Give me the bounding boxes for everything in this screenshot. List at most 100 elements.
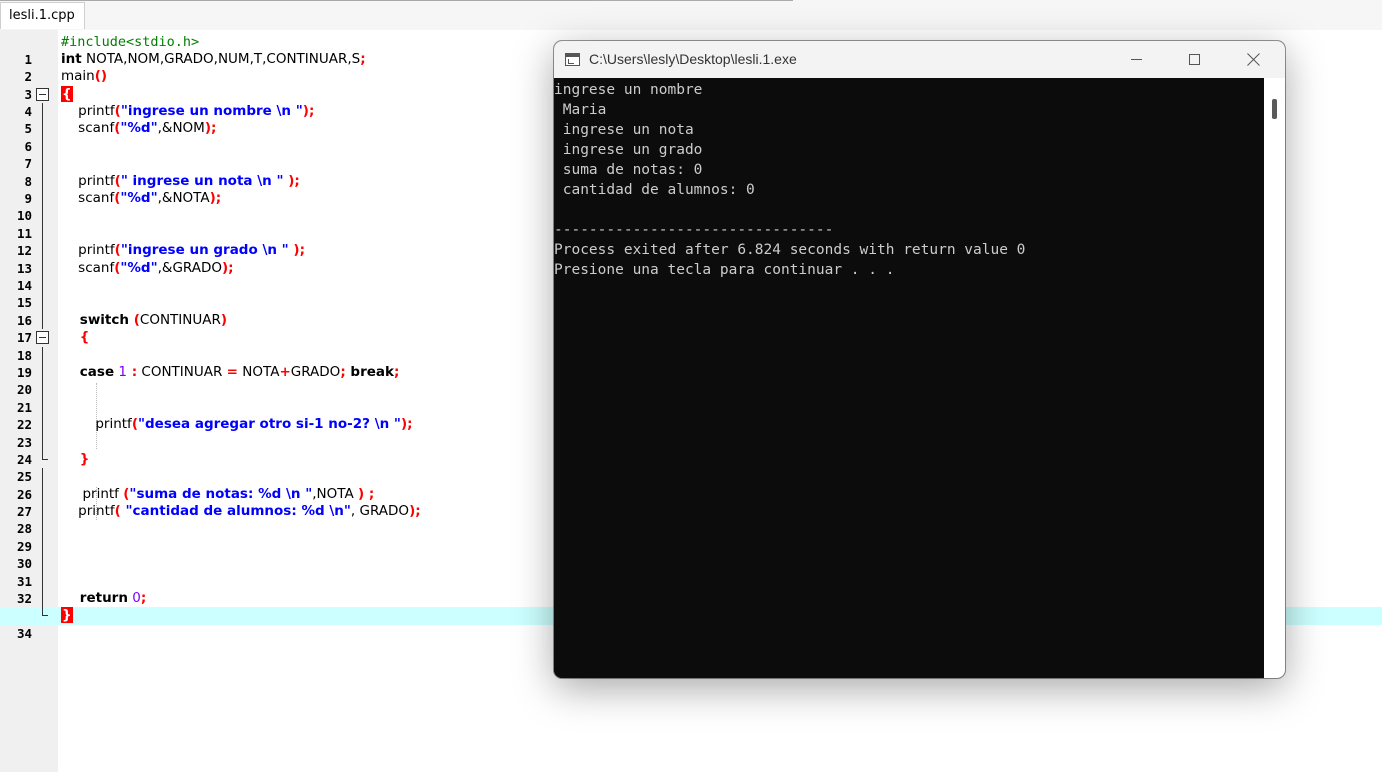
code-text: CONTINUAR [139,311,221,328]
fold-guide [42,433,43,451]
code-text: ,&GRADO [157,259,223,276]
matched-brace: { [61,85,73,102]
fold-guide [42,520,43,538]
console-titlebar[interactable]: C:\Users\lesly\Desktop\lesli.1.exe [554,41,1285,78]
operator: ); [222,259,234,276]
code-text: NOTA,NOM,GRADO,NUM,T,CONTINUAR,S [81,50,361,67]
minimize-icon [1131,59,1142,60]
close-icon [1247,53,1260,66]
fold-guide [42,485,43,504]
fold-guide [42,120,43,138]
minimize-button[interactable] [1108,41,1166,78]
keyword: return [61,590,128,606]
fold-toggle-icon[interactable] [36,87,49,101]
operator: { [61,329,90,346]
function-name: printf [61,172,115,189]
fold-guide [42,190,43,208]
operator: () [94,68,108,85]
console-title: C:\Users\lesly\Desktop\lesli.1.exe [589,51,797,67]
code-text: GRADO [290,363,341,380]
fold-guide [42,363,43,382]
editor-tabbar: lesli.1.cpp [0,0,1382,30]
code-text: , GRADO [350,503,410,520]
number-literal: 1 [114,363,127,380]
string-literal: "suma de notas: %d \n " [129,485,313,502]
operator: = [226,363,238,380]
string-literal: "desea agregar otro si-1 no-2? \n " [137,416,401,433]
matched-brace: } [61,607,73,624]
operator: ); [302,103,315,120]
code-text: NOTA [237,363,280,380]
fold-toggle-icon[interactable] [36,331,49,345]
string-literal: "%d" [120,190,158,207]
console-window[interactable]: C:\Users\lesly\Desktop\lesli.1.exe ingre… [554,41,1285,678]
fold-guide [42,381,43,399]
fold-guide [42,207,43,225]
fold-guide [42,242,43,260]
keyword: case [61,363,115,380]
scrollbar-thumb[interactable] [1272,99,1277,119]
operator: ); [400,416,413,433]
string-literal: "%d" [120,120,158,137]
keyword: switch [61,311,130,328]
fold-guide [42,555,43,573]
operator: + [279,363,291,380]
operator: ); [204,120,217,137]
fold-guide [42,572,43,590]
fold-end-marker [42,607,48,617]
number-literal: 0 [127,590,141,606]
fold-guide [42,311,43,330]
function-name: scanf [61,120,115,137]
function-name: printf [61,242,115,259]
preprocessor-include: #include<stdio.h> [61,33,200,50]
fold-guide [42,259,43,277]
fold-guide [42,155,43,173]
code-text: ,&NOTA [157,190,210,207]
string-literal: "%d" [120,259,158,276]
fold-guide [42,346,43,364]
code-text: ,NOTA [312,485,358,502]
operator: } [61,450,90,467]
function-name: scanf [61,190,115,207]
operator: ); [209,190,222,207]
fold-guide [42,503,43,521]
string-literal: "ingrese un nombre \n " [120,103,303,120]
console-output[interactable]: ingrese un nombre Maria ingrese un nota … [554,78,1264,678]
keyword: break [345,363,394,380]
function-name: printf [61,485,124,502]
operator: ) ; [357,485,375,502]
console-scrollbar[interactable] [1264,78,1285,678]
tab-lesli-cpp[interactable]: lesli.1.cpp [0,2,85,29]
function-name: printf [61,503,115,520]
fold-guide [42,590,43,608]
function-name: scanf [61,259,115,276]
fold-guide [42,416,43,434]
fold-guide [42,103,43,121]
function-name: printf [61,103,115,120]
maximize-icon [1189,54,1200,65]
operator: ( [114,503,126,520]
fold-guide [42,294,43,312]
fold-guide [42,224,43,243]
string-literal: "cantidad de alumnos: %d \n" [125,503,351,520]
fold-guide [42,276,43,295]
operator: : [127,363,138,380]
fold-end-marker [42,451,48,460]
function-name: printf [61,416,132,433]
operator: ) [220,311,228,328]
code-text: ,&NOM [157,120,205,137]
keyword: int [61,50,82,67]
fold-guide [42,537,43,556]
code-text: main [61,68,95,85]
close-button[interactable] [1225,41,1283,78]
operator: ; [360,50,366,67]
operator: ); [283,172,300,189]
operator: ; [140,590,147,606]
string-literal: "ingrese un grado \n " [120,242,289,259]
maximize-button[interactable] [1166,41,1224,78]
operator: ; [393,363,400,380]
operator: ( [129,311,140,328]
string-literal: " ingrese un nota \n " [120,172,284,189]
operator: ); [288,242,305,259]
fold-guide [42,137,43,156]
